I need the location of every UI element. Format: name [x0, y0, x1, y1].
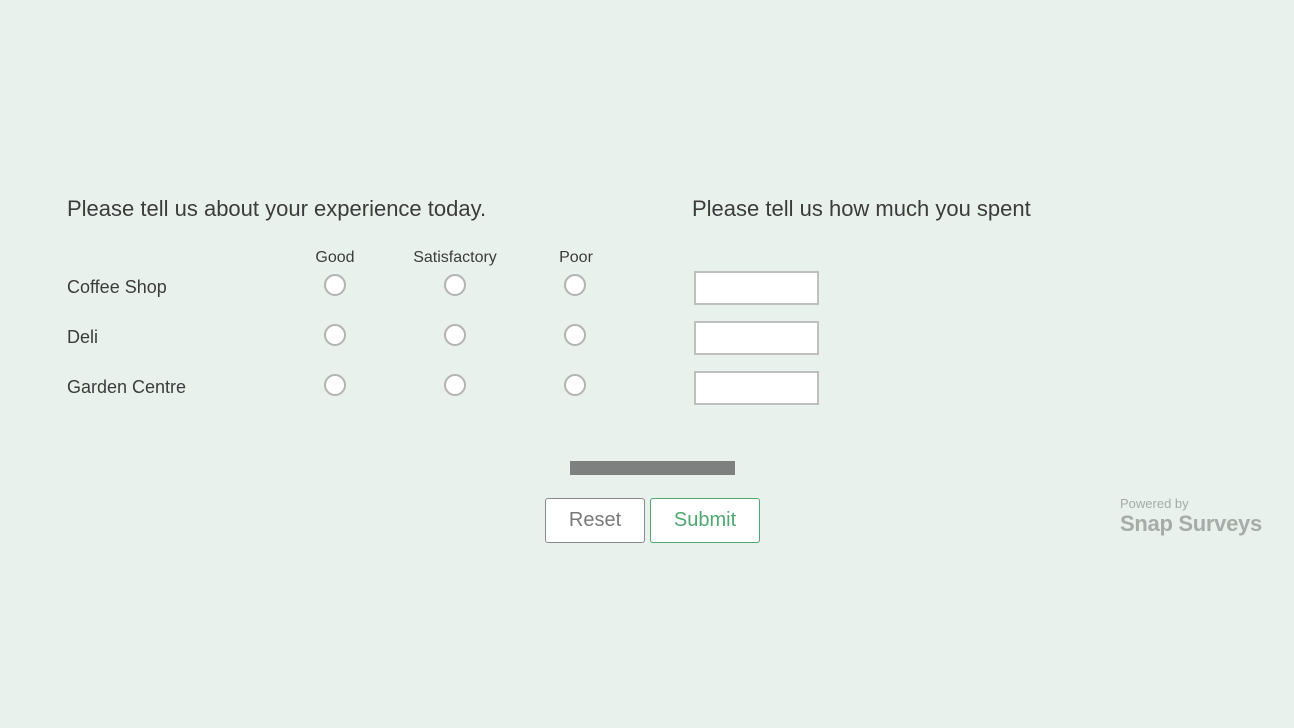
column-header-good: Good: [315, 249, 355, 266]
radio-garden-centre-good[interactable]: [324, 374, 346, 396]
snap-surveys-brand: Snap Surveys: [1120, 511, 1262, 536]
experience-question-title: Please tell us about your experience tod…: [67, 196, 487, 221]
amount-input-coffee-shop[interactable]: [694, 271, 819, 305]
amount-input-garden-centre[interactable]: [694, 371, 819, 405]
radio-garden-centre-satisfactory[interactable]: [444, 374, 466, 396]
progress-bar-fill: [570, 461, 735, 475]
submit-button[interactable]: Submit: [650, 498, 760, 543]
survey-page: Please tell us about your experience tod…: [0, 0, 1294, 728]
radio-deli-good[interactable]: [324, 324, 346, 346]
row-label-coffee-shop: Coffee Shop: [67, 277, 167, 297]
radio-coffee-shop-satisfactory[interactable]: [444, 274, 466, 296]
radio-coffee-shop-good[interactable]: [324, 274, 346, 296]
radio-deli-satisfactory[interactable]: [444, 324, 466, 346]
spend-question-title: Please tell us how much you spent: [692, 196, 1031, 221]
radio-garden-centre-poor[interactable]: [564, 374, 586, 396]
radio-coffee-shop-poor[interactable]: [564, 274, 586, 296]
row-label-deli: Deli: [67, 327, 99, 347]
powered-by-logo: Powered by Snap Surveys: [1120, 497, 1262, 537]
amount-input-deli[interactable]: [694, 321, 819, 355]
column-header-satisfactory: Satisfactory: [413, 249, 497, 266]
column-header-poor: Poor: [559, 249, 593, 266]
radio-deli-poor[interactable]: [564, 324, 586, 346]
row-label-garden-centre: Garden Centre: [67, 377, 187, 397]
reset-button[interactable]: Reset: [545, 498, 645, 543]
powered-by-label: Powered by: [1120, 496, 1189, 511]
progress-bar: [570, 461, 735, 475]
